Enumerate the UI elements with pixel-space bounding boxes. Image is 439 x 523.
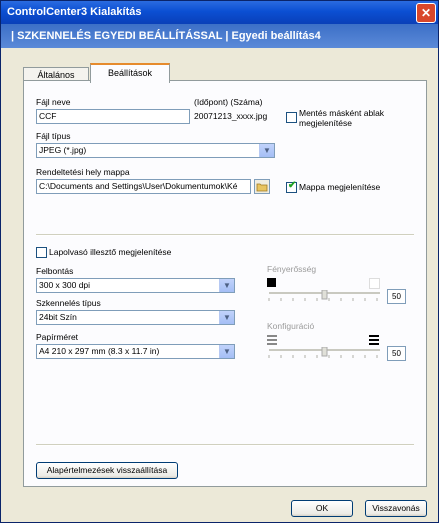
paper-size-value: A4 210 x 297 mm (8.3 x 11.7 in) xyxy=(39,346,160,356)
high-contrast-icon xyxy=(369,335,379,345)
save-as-dialog-label: Mentés másként ablak megjelenítése xyxy=(299,108,385,128)
file-type-value: JPEG (*.jpg) xyxy=(39,145,87,155)
window-title: ControlCenter3 Kialakítás xyxy=(7,6,142,18)
tab-settings[interactable]: Beállítások xyxy=(90,63,170,83)
cancel-button[interactable]: Visszavonás xyxy=(365,500,427,517)
contrast-slider[interactable] xyxy=(267,347,382,359)
chevron-down-icon[interactable]: ▼ xyxy=(219,279,234,292)
brightness-slider[interactable] xyxy=(267,290,382,302)
settings-panel: Fájl neve CCF (Időpont) (Száma) 20071213… xyxy=(23,80,427,487)
destination-input[interactable]: C:\Documents and Settings\User\Dokumentu… xyxy=(36,179,251,194)
paper-size-select[interactable]: A4 210 x 297 mm (8.3 x 11.7 in) ▼ xyxy=(36,344,235,359)
paper-size-label: Papírméret xyxy=(36,332,79,342)
browse-folder-button[interactable] xyxy=(254,179,270,194)
show-folder-label: Mappa megjelenítése xyxy=(299,182,381,192)
scan-type-value: 24bit Szín xyxy=(39,312,77,322)
resolution-select[interactable]: 300 x 300 dpi ▼ xyxy=(36,278,235,293)
show-folder-checkbox[interactable]: ✔ xyxy=(286,180,297,193)
scanner-interface-label: Lapolvasó illesztő megjelenítése xyxy=(49,247,172,257)
banner-text: | SZKENNELÉS EGYEDI BEÁLLÍTÁSSAL | Egyed… xyxy=(11,30,321,42)
contrast-value[interactable]: 50 xyxy=(387,346,406,361)
divider xyxy=(36,444,414,446)
scanner-interface-checkbox[interactable] xyxy=(36,247,47,258)
scan-type-select[interactable]: 24bit Szín ▼ xyxy=(36,310,235,325)
file-type-label: Fájl típus xyxy=(36,131,71,141)
folder-icon xyxy=(256,183,268,192)
light-square-icon xyxy=(369,278,380,289)
chevron-down-icon[interactable]: ▼ xyxy=(219,311,234,324)
chevron-down-icon[interactable]: ▼ xyxy=(219,345,234,358)
chevron-down-icon[interactable]: ▼ xyxy=(259,144,274,157)
resolution-value: 300 x 300 dpi xyxy=(39,280,91,290)
scan-type-label: Szkennelés típus xyxy=(36,298,101,308)
close-icon: ✕ xyxy=(420,6,432,20)
ok-button[interactable]: OK xyxy=(291,500,353,517)
header-banner: | SZKENNELÉS EGYEDI BEÁLLÍTÁSSAL | Egyed… xyxy=(1,24,438,48)
brightness-value[interactable]: 50 xyxy=(387,289,406,304)
close-button[interactable]: ✕ xyxy=(416,3,436,23)
datetime-value: 20071213_xxxx.jpg xyxy=(194,111,268,121)
file-name-input[interactable]: CCF xyxy=(36,109,190,124)
datetime-label: (Időpont) (Száma) xyxy=(194,97,263,107)
brightness-label: Fényerősség xyxy=(267,264,317,274)
contrast-label: Konfiguráció xyxy=(267,321,315,331)
divider xyxy=(36,234,414,236)
slider-thumb[interactable] xyxy=(321,290,328,300)
dark-square-icon xyxy=(267,278,276,287)
destination-label: Rendeltetési hely mappa xyxy=(36,167,130,177)
slider-thumb[interactable] xyxy=(321,347,328,357)
save-as-dialog-checkbox[interactable] xyxy=(286,112,297,123)
checkmark-icon: ✔ xyxy=(288,180,297,191)
file-name-label: Fájl neve xyxy=(36,97,71,107)
low-contrast-icon xyxy=(267,335,277,345)
resolution-label: Felbontás xyxy=(36,266,74,276)
restore-defaults-button[interactable]: Alapértelmezések visszaállítása xyxy=(36,462,178,479)
title-bar[interactable]: ControlCenter3 Kialakítás ✕ xyxy=(1,1,438,24)
file-type-select[interactable]: JPEG (*.jpg) ▼ xyxy=(36,143,275,158)
settings-window: ControlCenter3 Kialakítás ✕ | SZKENNELÉS… xyxy=(0,0,439,523)
